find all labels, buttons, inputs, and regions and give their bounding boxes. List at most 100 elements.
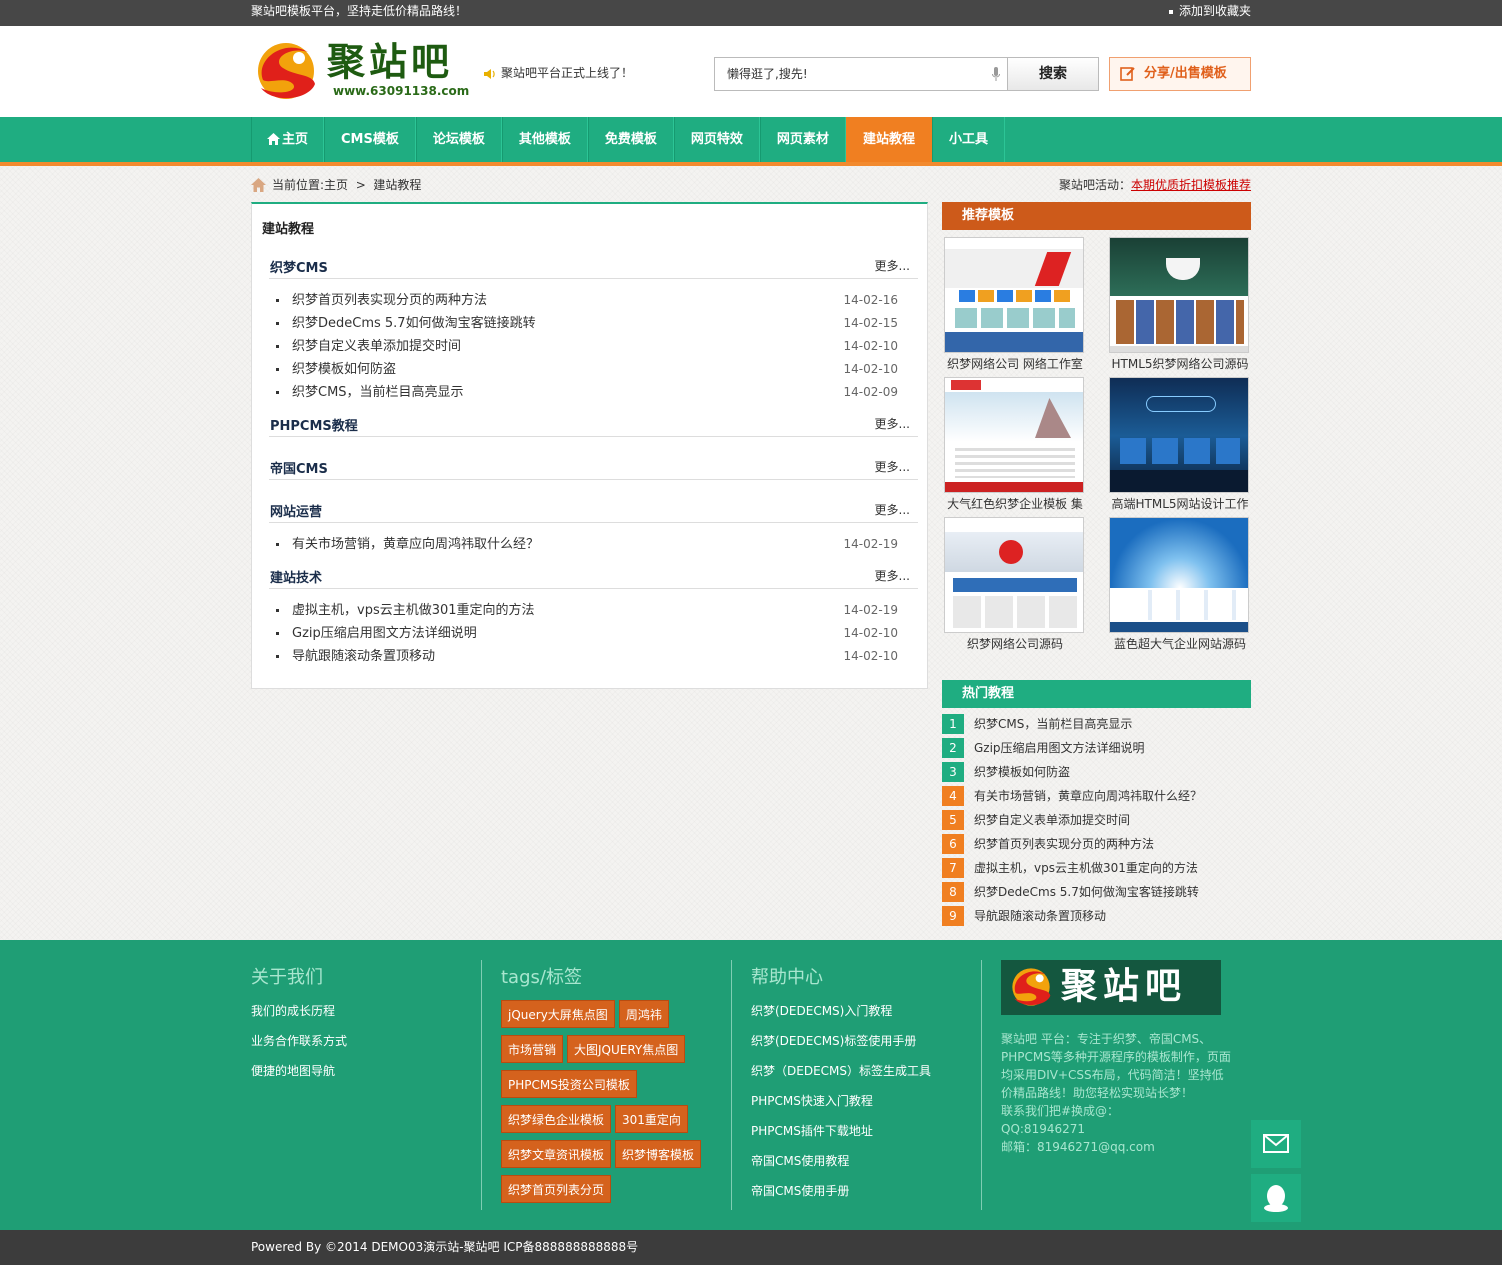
tag[interactable]: 大图JQUERY焦点图 — [567, 1035, 686, 1063]
hot-title[interactable]: 织梦首页列表实现分页的两种方法 — [974, 832, 1154, 856]
template-card[interactable]: 高端HTML5网站设计工作 — [1109, 377, 1251, 515]
footer-link[interactable]: 便捷的地图导航 — [251, 1056, 471, 1086]
list-item[interactable]: 8 织梦DedeCms 5.7如何做淘宝客链接跳转 — [942, 880, 1251, 904]
search-input[interactable]: 懒得逛了,搜先! — [714, 57, 1008, 91]
article-title[interactable]: 织梦自定义表单添加提交时间 — [292, 339, 461, 354]
article-title[interactable]: 虚拟主机，vps云主机做301重定向的方法 — [292, 603, 535, 618]
footer-link[interactable]: 我们的成长历程 — [251, 996, 471, 1026]
footer-link[interactable]: 帝国CMS使用手册 — [751, 1176, 971, 1206]
more-link[interactable]: 更多... — [875, 567, 910, 584]
template-card[interactable]: 织梦网络公司源码 — [944, 517, 1086, 655]
tag[interactable]: 周鸿祎 — [618, 1000, 669, 1028]
footer-link[interactable]: 业务合作联系方式 — [251, 1026, 471, 1056]
template-caption[interactable]: 高端HTML5网站设计工作 — [1109, 493, 1251, 515]
footer-link[interactable]: PHPCMS快速入门教程 — [751, 1086, 971, 1116]
template-card[interactable]: 大气红色织梦企业模板 集 — [944, 377, 1086, 515]
more-link[interactable]: 更多... — [875, 257, 910, 274]
hot-title[interactable]: 织梦CMS，当前栏目高亮显示 — [974, 712, 1132, 736]
template-card[interactable]: HTML5织梦网络公司源码 — [1109, 237, 1251, 375]
footer-link[interactable]: 织梦(DEDECMS)入门教程 — [751, 996, 971, 1026]
tag[interactable]: 织梦首页列表分页 — [501, 1175, 612, 1203]
template-caption[interactable]: 蓝色超大气企业网站源码 — [1109, 633, 1251, 655]
list-item[interactable]: 5 织梦自定义表单添加提交时间 — [942, 808, 1251, 832]
tag[interactable]: 织梦博客模板 — [615, 1140, 702, 1168]
nav-item-forum[interactable]: 论坛模板 — [415, 117, 502, 162]
tag[interactable]: PHPCMS投资公司模板 — [501, 1070, 637, 1098]
footer-link[interactable]: 帝国CMS使用教程 — [751, 1146, 971, 1176]
template-caption[interactable]: 织梦网络公司 网络工作室 — [944, 353, 1086, 375]
site-logo[interactable]: 聚站吧 www.63091138.com — [251, 38, 471, 102]
more-link[interactable]: 更多... — [875, 415, 910, 432]
category-name[interactable]: 建站技术 — [270, 567, 322, 586]
hot-title[interactable]: 织梦自定义表单添加提交时间 — [974, 808, 1130, 832]
list-item[interactable]: 虚拟主机，vps云主机做301重定向的方法 14-02-19 — [276, 599, 898, 622]
list-item[interactable]: 有关市场营销，黄章应向周鸿祎取什么经？ 14-02-19 — [276, 533, 898, 556]
list-item[interactable]: 导航跟随滚动条置顶移动 14-02-10 — [276, 645, 898, 668]
search-button[interactable]: 搜索 — [1007, 57, 1099, 91]
template-thumbnail[interactable] — [944, 237, 1084, 353]
list-item[interactable]: Gzip压缩启用图文方法详细说明 14-02-10 — [276, 622, 898, 645]
tag[interactable]: 织梦文章资讯模板 — [501, 1140, 612, 1168]
list-item[interactable]: 1 织梦CMS，当前栏目高亮显示 — [942, 712, 1251, 736]
footer-logo[interactable]: 聚站吧 — [1001, 960, 1221, 1015]
template-caption[interactable]: 织梦网络公司源码 — [944, 633, 1086, 655]
template-thumbnail[interactable] — [1109, 237, 1249, 353]
article-title[interactable]: 导航跟随滚动条置顶移动 — [292, 649, 435, 664]
more-link[interactable]: 更多... — [875, 501, 910, 518]
template-caption[interactable]: HTML5织梦网络公司源码 — [1109, 353, 1251, 375]
hot-title[interactable]: Gzip压缩启用图文方法详细说明 — [974, 736, 1145, 760]
tag[interactable]: 织梦绿色企业模板 — [501, 1105, 612, 1133]
nav-item-cms[interactable]: CMS模板 — [324, 117, 416, 162]
microphone-icon[interactable] — [992, 67, 1000, 81]
footer-link[interactable]: 织梦（DEDECMS）标签生成工具 — [751, 1056, 971, 1086]
list-item[interactable]: 织梦自定义表单添加提交时间 14-02-10 — [276, 335, 898, 358]
article-title[interactable]: Gzip压缩启用图文方法详细说明 — [292, 626, 477, 641]
category-name[interactable]: 织梦CMS — [270, 257, 328, 276]
template-thumbnail[interactable] — [1109, 377, 1249, 493]
template-thumbnail[interactable] — [944, 377, 1084, 493]
list-item[interactable]: 4 有关市场营销，黄章应向周鸿祎取什么经？ — [942, 784, 1251, 808]
hot-title[interactable]: 导航跟随滚动条置顶移动 — [974, 904, 1106, 928]
list-item[interactable]: 9 导航跟随滚动条置顶移动 — [942, 904, 1251, 928]
list-item[interactable]: 2 Gzip压缩启用图文方法详细说明 — [942, 736, 1251, 760]
article-title[interactable]: 织梦模板如何防盗 — [292, 362, 396, 377]
list-item[interactable]: 3 织梦模板如何防盗 — [942, 760, 1251, 784]
category-name[interactable]: 网站运营 — [270, 501, 322, 520]
article-title[interactable]: 织梦CMS，当前栏目高亮显示 — [292, 385, 464, 400]
nav-item-home[interactable]: 主页 — [251, 117, 325, 162]
list-item[interactable]: 织梦首页列表实现分页的两种方法 14-02-16 — [276, 289, 898, 312]
more-link[interactable]: 更多... — [875, 458, 910, 475]
template-caption[interactable]: 大气红色织梦企业模板 集 — [944, 493, 1086, 515]
list-item[interactable]: 6 织梦首页列表实现分页的两种方法 — [942, 832, 1251, 856]
list-item[interactable]: 织梦DedeCms 5.7如何做淘宝客链接跳转 14-02-15 — [276, 312, 898, 335]
category-name[interactable]: PHPCMS教程 — [270, 415, 358, 434]
footer-link[interactable]: 织梦(DEDECMS)标签使用手册 — [751, 1026, 971, 1056]
footer-link[interactable]: PHPCMS插件下载地址 — [751, 1116, 971, 1146]
template-card[interactable]: 蓝色超大气企业网站源码 — [1109, 517, 1251, 655]
bookmark-link[interactable]: 添加到收藏夹 — [1168, 0, 1251, 22]
category-name[interactable]: 帝国CMS — [270, 458, 328, 477]
email-float-button[interactable] — [1251, 1120, 1301, 1168]
activity-link[interactable]: 本期优质折扣模板推荐 — [1131, 178, 1251, 192]
nav-item-tutorials[interactable]: 建站教程 — [845, 117, 932, 162]
nav-item-assets[interactable]: 网页素材 — [759, 117, 846, 162]
template-thumbnail[interactable] — [944, 517, 1084, 633]
nav-item-other[interactable]: 其他模板 — [501, 117, 588, 162]
tag[interactable]: 市场营销 — [501, 1035, 564, 1063]
tag[interactable]: 301重定向 — [615, 1105, 688, 1133]
list-item[interactable]: 织梦CMS，当前栏目高亮显示 14-02-09 — [276, 381, 898, 404]
article-title[interactable]: 织梦DedeCms 5.7如何做淘宝客链接跳转 — [292, 316, 536, 331]
list-item[interactable]: 7 虚拟主机，vps云主机做301重定向的方法 — [942, 856, 1251, 880]
hot-title[interactable]: 织梦DedeCms 5.7如何做淘宝客链接跳转 — [974, 880, 1199, 904]
article-title[interactable]: 织梦首页列表实现分页的两种方法 — [292, 293, 487, 308]
breadcrumb-home[interactable]: 主页 — [324, 178, 348, 192]
hot-title[interactable]: 虚拟主机，vps云主机做301重定向的方法 — [974, 856, 1198, 880]
hot-title[interactable]: 织梦模板如何防盗 — [974, 760, 1070, 784]
hot-title[interactable]: 有关市场营销，黄章应向周鸿祎取什么经？ — [974, 784, 1202, 808]
template-card[interactable]: 织梦网络公司 网络工作室 — [944, 237, 1086, 375]
nav-item-tools[interactable]: 小工具 — [931, 117, 1005, 162]
list-item[interactable]: 织梦模板如何防盗 14-02-10 — [276, 358, 898, 381]
template-thumbnail[interactable] — [1109, 517, 1249, 633]
qq-float-button[interactable] — [1251, 1174, 1301, 1222]
share-sell-template-button[interactable]: 分享/出售模板 — [1109, 57, 1251, 91]
